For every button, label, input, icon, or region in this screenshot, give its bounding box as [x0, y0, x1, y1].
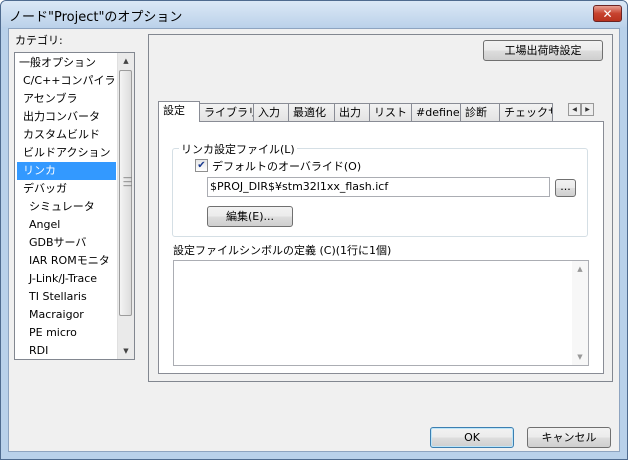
symbols-scrollbar[interactable]: ▲ ▼ — [572, 261, 588, 365]
tab-8[interactable]: チェックサム — [499, 103, 553, 121]
category-item[interactable]: ビルドアクション — [17, 144, 110, 162]
category-item[interactable]: J-Link/J-Trace — [17, 270, 97, 288]
category-scrollbar[interactable]: ▲ — — — ▼ — [117, 53, 134, 359]
browse-button[interactable]: ... — [555, 179, 576, 197]
category-item[interactable]: 一般オプション — [17, 54, 96, 72]
scroll-up-icon[interactable]: ▲ — [118, 53, 134, 69]
category-item[interactable]: Macraigor — [17, 306, 84, 324]
category-item[interactable]: Angel — [17, 216, 60, 234]
edit-button[interactable]: 編集(E)... — [207, 206, 293, 227]
tab-3[interactable]: 最適化 — [288, 103, 335, 121]
tab-0[interactable]: 設定 — [158, 101, 200, 122]
symbols-textarea[interactable]: ▲ ▼ — [173, 260, 589, 366]
category-item[interactable]: GDBサーバ — [17, 234, 86, 252]
linker-config-group: リンカ設定ファイル(L) ✔ デフォルトのオーバライド(O) $PROJ_DIR… — [172, 141, 588, 237]
category-list[interactable]: ▲ — — — ▼ 一般オプション C/C++コンパイラ アセンブラ 出力コンバータ カスタ… — [14, 52, 135, 360]
category-item[interactable]: カスタムビルド — [17, 126, 100, 144]
tab-2[interactable]: 入力 — [253, 103, 289, 121]
tab-5[interactable]: リスト — [369, 103, 412, 121]
config-file-path[interactable]: $PROJ_DIR$¥stm32l1xx_flash.icf — [207, 177, 550, 197]
tab-7[interactable]: 診断 — [460, 103, 500, 121]
linker-config-title: リンカ設定ファイル(L) — [179, 141, 297, 157]
category-label: カテゴリ: — [15, 34, 63, 47]
tab-1[interactable]: ライブラリ — [199, 103, 254, 121]
category-item[interactable]: TI Stellaris — [17, 288, 87, 306]
settings-panel: 工場出荷時設定 設定ライブラリ入力最適化出力リスト#define診断チェックサム… — [148, 34, 613, 382]
scroll-thumb[interactable]: — — — — [119, 70, 132, 316]
window-title: ノード"Project"のオプション — [9, 10, 183, 25]
close-icon[interactable]: ✕ — [593, 5, 622, 22]
title-bar[interactable]: ノード"Project"のオプション ✕ — [1, 1, 627, 27]
scroll-down-icon[interactable]: ▼ — [118, 343, 134, 359]
category-item[interactable]: RDI — [17, 342, 48, 360]
tab-scroll-left-icon[interactable]: ◀ — [568, 103, 581, 116]
category-item[interactable]: IAR ROMモニタ — [17, 252, 110, 270]
tab-page-settings: リンカ設定ファイル(L) ✔ デフォルトのオーバライド(O) $PROJ_DIR… — [158, 121, 604, 374]
scroll-down-icon[interactable]: ▼ — [572, 349, 588, 365]
tab-scroll-right-icon[interactable]: ▶ — [581, 103, 594, 116]
symbols-label: 設定ファイルシンボルの定義 (C)(1行に1個) — [173, 244, 392, 257]
options-dialog: ノード"Project"のオプション ✕ カテゴリ: ▲ — — — ▼ 一般オプシ… — [0, 0, 628, 460]
category-item[interactable]: デバッガ — [17, 180, 67, 198]
category-item[interactable]: C/C++コンパイラ — [17, 72, 116, 90]
override-label[interactable]: デフォルトのオーバライド(O) — [212, 158, 361, 174]
tab-4[interactable]: 出力 — [334, 103, 370, 121]
tab-6[interactable]: #define — [411, 103, 461, 121]
category-item[interactable]: シミュレータ — [17, 198, 95, 216]
grip-icon: — — — — [123, 173, 132, 191]
category-item[interactable]: リンカ — [17, 162, 116, 180]
factory-settings-button[interactable]: 工場出荷時設定 — [483, 40, 603, 61]
scroll-up-icon[interactable]: ▲ — [572, 261, 588, 277]
ok-button[interactable]: OK — [430, 427, 514, 448]
override-checkbox[interactable]: ✔ — [195, 159, 208, 172]
category-item[interactable]: PE micro — [17, 324, 77, 342]
category-item[interactable]: 出力コンバータ — [17, 108, 100, 126]
cancel-button[interactable]: キャンセル — [527, 427, 611, 448]
category-item[interactable]: アセンブラ — [17, 90, 77, 108]
